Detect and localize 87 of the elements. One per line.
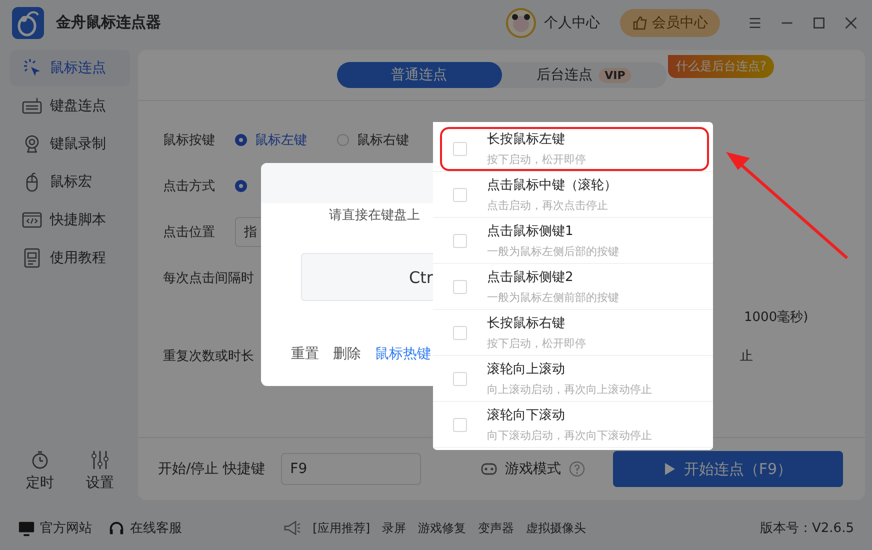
vip-badge: VIP bbox=[598, 68, 632, 82]
headset-icon bbox=[108, 520, 125, 536]
sidebar-item[interactable]: 键盘连点 bbox=[10, 88, 130, 124]
interval-note: 1000毫秒) bbox=[744, 309, 808, 326]
sidebar-tool[interactable]: 设置 bbox=[86, 450, 114, 492]
footer-link[interactable]: 在线客服 bbox=[108, 519, 182, 537]
item-title: 长按鼠标左键 bbox=[487, 131, 566, 148]
app-title: 金舟鼠标连点器 bbox=[56, 13, 161, 32]
help-icon[interactable] bbox=[569, 461, 585, 477]
checkbox[interactable] bbox=[453, 234, 467, 248]
checkbox[interactable] bbox=[453, 372, 467, 386]
version-label: 版本号：V2.6.5 bbox=[760, 520, 854, 537]
mode-tab[interactable]: 普通连点 bbox=[336, 62, 502, 88]
field-label: 每次点击间隔时 bbox=[163, 270, 254, 287]
key-field[interactable]: Ctr bbox=[301, 253, 433, 301]
menu-item[interactable]: 滚轮向下滚动 向下滚动启动，再次向下滚动停止 bbox=[433, 402, 713, 448]
item-title: 滚轮向上滚动 bbox=[487, 361, 566, 378]
play-icon bbox=[664, 462, 676, 476]
field-label: 鼠标按键 bbox=[163, 132, 216, 149]
item-description: 向下滚动启动，再次向下滚动停止 bbox=[487, 428, 652, 443]
field-label: 点击位置 bbox=[163, 224, 216, 241]
field-label: 重复次数或时长 bbox=[163, 348, 254, 365]
item-description: 向上滚动启动，再次向上滚动停止 bbox=[487, 382, 652, 397]
dialog-prompt: 请直接在键盘上 bbox=[328, 207, 421, 224]
dialog-action[interactable]: 鼠标热键 bbox=[375, 345, 431, 363]
checkbox[interactable] bbox=[453, 280, 467, 294]
sidebar-item[interactable]: 快捷脚本 bbox=[10, 202, 130, 238]
menu-item[interactable]: 点击鼠标侧键2 一般为鼠标左侧前部的按键 bbox=[433, 264, 713, 310]
menu-item[interactable]: 点击鼠标中键（滚轮） 点击启动，再次点击停止 bbox=[433, 172, 713, 218]
start-button[interactable]: 开始连点（F9） bbox=[613, 451, 843, 487]
item-title: 点击鼠标中键（滚轮） bbox=[487, 177, 617, 194]
document-icon bbox=[22, 248, 42, 268]
checkbox[interactable] bbox=[453, 142, 467, 156]
recommend-link[interactable]: 游戏修复 bbox=[418, 520, 466, 536]
footer-link[interactable]: 官方网站 bbox=[18, 519, 92, 537]
item-title: 点击鼠标侧键2 bbox=[487, 269, 574, 286]
item-title: 滚轮向下滚动 bbox=[487, 407, 566, 424]
sidebar-item[interactable]: 鼠标连点 bbox=[10, 50, 130, 86]
item-title: 点击鼠标侧键1 bbox=[487, 223, 574, 240]
recommend-link[interactable]: [应用推荐] bbox=[312, 520, 370, 536]
item-description: 按下启动，松开即停 bbox=[487, 336, 586, 351]
stopwatch-icon bbox=[30, 450, 50, 470]
sliders-icon bbox=[90, 450, 110, 470]
sidebar-tool[interactable]: 定时 bbox=[26, 450, 54, 492]
game-mode-label[interactable]: 游戏模式 bbox=[505, 460, 561, 478]
mode-tab[interactable]: 后台连点 VIP bbox=[502, 62, 666, 88]
monitor-icon bbox=[18, 520, 35, 536]
app-logo-icon bbox=[12, 6, 44, 38]
avatar-icon[interactable] bbox=[506, 8, 536, 38]
megaphone-icon bbox=[282, 520, 301, 536]
dialog-action[interactable]: 删除 bbox=[333, 345, 361, 363]
checkbox[interactable] bbox=[453, 188, 467, 202]
checkbox[interactable] bbox=[453, 326, 467, 340]
maximize-icon[interactable] bbox=[812, 16, 826, 30]
field-label: 点击方式 bbox=[163, 178, 216, 195]
dialog-action[interactable]: 重置 bbox=[291, 345, 319, 363]
checkbox[interactable] bbox=[453, 418, 467, 432]
menu-item[interactable]: 长按鼠标左键 按下启动，松开即停 bbox=[433, 126, 713, 172]
vip-center-button[interactable]: 会员中心 bbox=[620, 8, 720, 36]
menu-item[interactable]: 滚轮向上滚动 向上滚动启动，再次向上滚动停止 bbox=[433, 356, 713, 402]
hotkey-field[interactable]: F9 bbox=[281, 453, 422, 485]
sidebar-item[interactable]: 键鼠录制 bbox=[10, 126, 130, 162]
recommend-link[interactable]: 录屏 bbox=[382, 520, 406, 536]
item-title: 长按鼠标右键 bbox=[487, 315, 566, 332]
recommend-link[interactable]: 变声器 bbox=[478, 520, 514, 536]
item-description: 点击启动，再次点击停止 bbox=[487, 198, 609, 213]
gamepad-icon bbox=[481, 461, 497, 477]
sidebar-item[interactable]: 鼠标宏 bbox=[10, 164, 130, 200]
item-description: 一般为鼠标左侧前部的按键 bbox=[487, 290, 619, 305]
user-center-link[interactable]: 个人中心 bbox=[544, 14, 600, 32]
item-description: 一般为鼠标左侧后部的按键 bbox=[487, 244, 619, 259]
menu-icon[interactable] bbox=[748, 16, 762, 30]
code-window-icon bbox=[22, 210, 42, 230]
repeat-note: 止 bbox=[740, 348, 753, 365]
radio-button[interactable] bbox=[235, 180, 247, 192]
sidebar-item[interactable]: 使用教程 bbox=[10, 240, 130, 276]
keyboard-icon bbox=[22, 96, 42, 116]
item-description: 按下启动，松开即停 bbox=[487, 152, 586, 167]
recommend-link[interactable]: 虚拟摄像头 bbox=[526, 520, 586, 536]
hotkey-label: 开始/停止 快捷键 bbox=[158, 460, 266, 478]
radio-option[interactable]: 鼠标左键 bbox=[235, 131, 307, 149]
cursor-click-icon bbox=[22, 58, 42, 78]
thumb-up-icon bbox=[632, 14, 648, 30]
radio-option[interactable]: 鼠标右键 bbox=[337, 131, 409, 149]
menu-item[interactable]: 长按鼠标右键 按下启动，松开即停 bbox=[433, 310, 713, 356]
menu-item[interactable]: 点击鼠标侧键1 一般为鼠标左侧后部的按键 bbox=[433, 218, 713, 264]
close-icon[interactable] bbox=[844, 16, 858, 30]
